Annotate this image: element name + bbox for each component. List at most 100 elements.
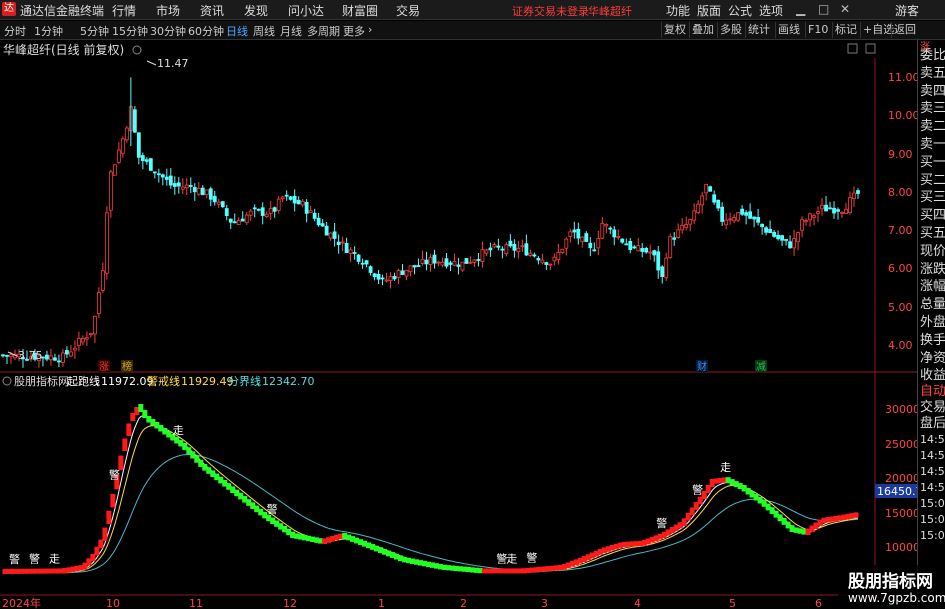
candle-body (372, 273, 377, 278)
candle-body (700, 195, 705, 206)
candle-body (772, 231, 776, 237)
watermark-logo: 股朋指标网 www.7gpzb.com (838, 565, 945, 609)
candle-body (808, 213, 812, 221)
candle-body (412, 265, 417, 268)
candle-body (220, 201, 225, 208)
candle-body (784, 239, 788, 241)
toolbar-button[interactable]: 多股 (717, 22, 744, 38)
settings-gear-icon[interactable] (132, 45, 142, 55)
exit-signal: 走 (506, 552, 517, 565)
line3-value: 12342.70 (262, 375, 315, 388)
candle-body (656, 251, 661, 271)
menu-discover[interactable]: 发现 (244, 2, 268, 19)
candle-body (268, 207, 273, 214)
candle-body (9, 354, 13, 358)
candle-body (244, 214, 249, 224)
period-tab[interactable]: 周线 (253, 23, 275, 39)
chart-window-icon[interactable] (847, 43, 858, 54)
candle-body (672, 237, 677, 240)
toolbar-button[interactable]: 叠加 (689, 22, 716, 38)
menu-ask[interactable]: 问小达 (288, 2, 324, 19)
panel-tab[interactable]: 交易 (920, 400, 945, 415)
candle-body (392, 276, 397, 280)
candle-body (552, 256, 557, 262)
panel-tab[interactable]: 自动 (920, 384, 945, 399)
period-tab[interactable]: 分时 (4, 23, 26, 39)
menu-quotes[interactable]: 行情 (112, 2, 136, 19)
chart-window-icon[interactable] (865, 43, 876, 54)
quote-field-label: 买一 (920, 154, 945, 170)
menu-news[interactable]: 资讯 (200, 2, 224, 19)
menu-options[interactable]: 选项 (759, 2, 783, 19)
menu-formula[interactable]: 公式 (728, 2, 752, 19)
candle-body (824, 204, 828, 212)
candle-body (304, 201, 309, 214)
menu-market[interactable]: 市场 (156, 2, 180, 19)
period-tab[interactable]: 5分钟 (80, 23, 109, 39)
toolbar-button[interactable]: 返回 (891, 22, 918, 38)
indicator-gear-icon[interactable] (2, 376, 12, 386)
period-tab[interactable]: 30分钟 (150, 23, 186, 39)
candle-body (640, 248, 645, 252)
rising-block (110, 494, 116, 508)
period-tab[interactable]: 月线 (280, 23, 302, 39)
trade-login-status[interactable]: 证券交易未登录 (512, 3, 589, 19)
candle-body (544, 262, 549, 265)
period-tab[interactable]: 1分钟 (34, 23, 63, 39)
candle-body (388, 276, 393, 281)
menu-function[interactable]: 功能 (666, 2, 690, 19)
more-arrow-icon[interactable]: › (368, 23, 372, 36)
candle-body (312, 212, 317, 219)
candle-body (284, 194, 289, 197)
indicator-header: 股朋指标网 起跑线 : 11972.09 警戒线 : 11929.49 分界线 … (2, 374, 315, 388)
candle-body (88, 333, 93, 335)
candle-body (432, 254, 437, 264)
current-value-label: 16450.75 (877, 485, 917, 498)
quote-field-label: 买五 (920, 226, 945, 241)
candle-body (364, 260, 369, 265)
x-tick: 12 (283, 597, 297, 609)
candle-body (92, 315, 97, 335)
tick-time: 15:05 (920, 513, 945, 526)
candle-body (848, 197, 852, 214)
restore-icon[interactable]: □ (818, 2, 829, 16)
toolbar-button[interactable]: 复权 (661, 22, 688, 38)
candle-body (216, 201, 221, 205)
toolbar-button[interactable]: 统计 (745, 22, 772, 38)
price-tick: 4.00 (888, 339, 913, 352)
candle-body (604, 224, 609, 227)
period-tab[interactable]: 多周期 (307, 23, 340, 39)
candle-body (61, 352, 65, 363)
candle-body (65, 350, 69, 355)
start-line (3, 415, 859, 574)
period-tab[interactable]: 60分钟 (188, 23, 224, 39)
candle-body (356, 254, 361, 262)
candle-body (77, 338, 81, 347)
candle-body (112, 164, 117, 176)
toolbar-button[interactable]: 画线 (775, 22, 802, 38)
menu-layout[interactable]: 版面 (697, 2, 721, 19)
period-tab-more[interactable]: 更多 (343, 23, 365, 39)
candle-body (280, 196, 285, 200)
menu-trade[interactable]: 交易 (396, 2, 420, 19)
panel-tab[interactable]: 盘后 (920, 416, 945, 431)
menu-wealth-circle[interactable]: 财富圈 (342, 2, 378, 19)
guest-login[interactable]: 游客 (895, 2, 919, 19)
candle-body (852, 192, 856, 199)
toolbar-button[interactable]: 标记 (832, 22, 859, 38)
exit-signal: 走 (49, 552, 60, 565)
minimize-icon[interactable]: ▁ (796, 2, 805, 16)
candle-body (696, 203, 701, 214)
alert-signal: 警 (9, 552, 20, 566)
candle-body (764, 227, 769, 233)
period-tab-daily[interactable]: 日线 (226, 23, 248, 39)
rising-block (102, 527, 108, 541)
chart-canvas[interactable]: 华峰超纤(日线 前复权) 11.00 10.00 9.00 8.00 7.00 … (0, 40, 917, 609)
alert-signal: 警 (29, 552, 40, 566)
candle-body (85, 337, 89, 340)
toolbar-button[interactable]: F10 (805, 22, 830, 38)
period-tab[interactable]: 15分钟 (112, 23, 148, 39)
close-icon[interactable]: ✕ (840, 2, 850, 16)
candle-body (612, 229, 617, 238)
candle-body (424, 259, 429, 265)
